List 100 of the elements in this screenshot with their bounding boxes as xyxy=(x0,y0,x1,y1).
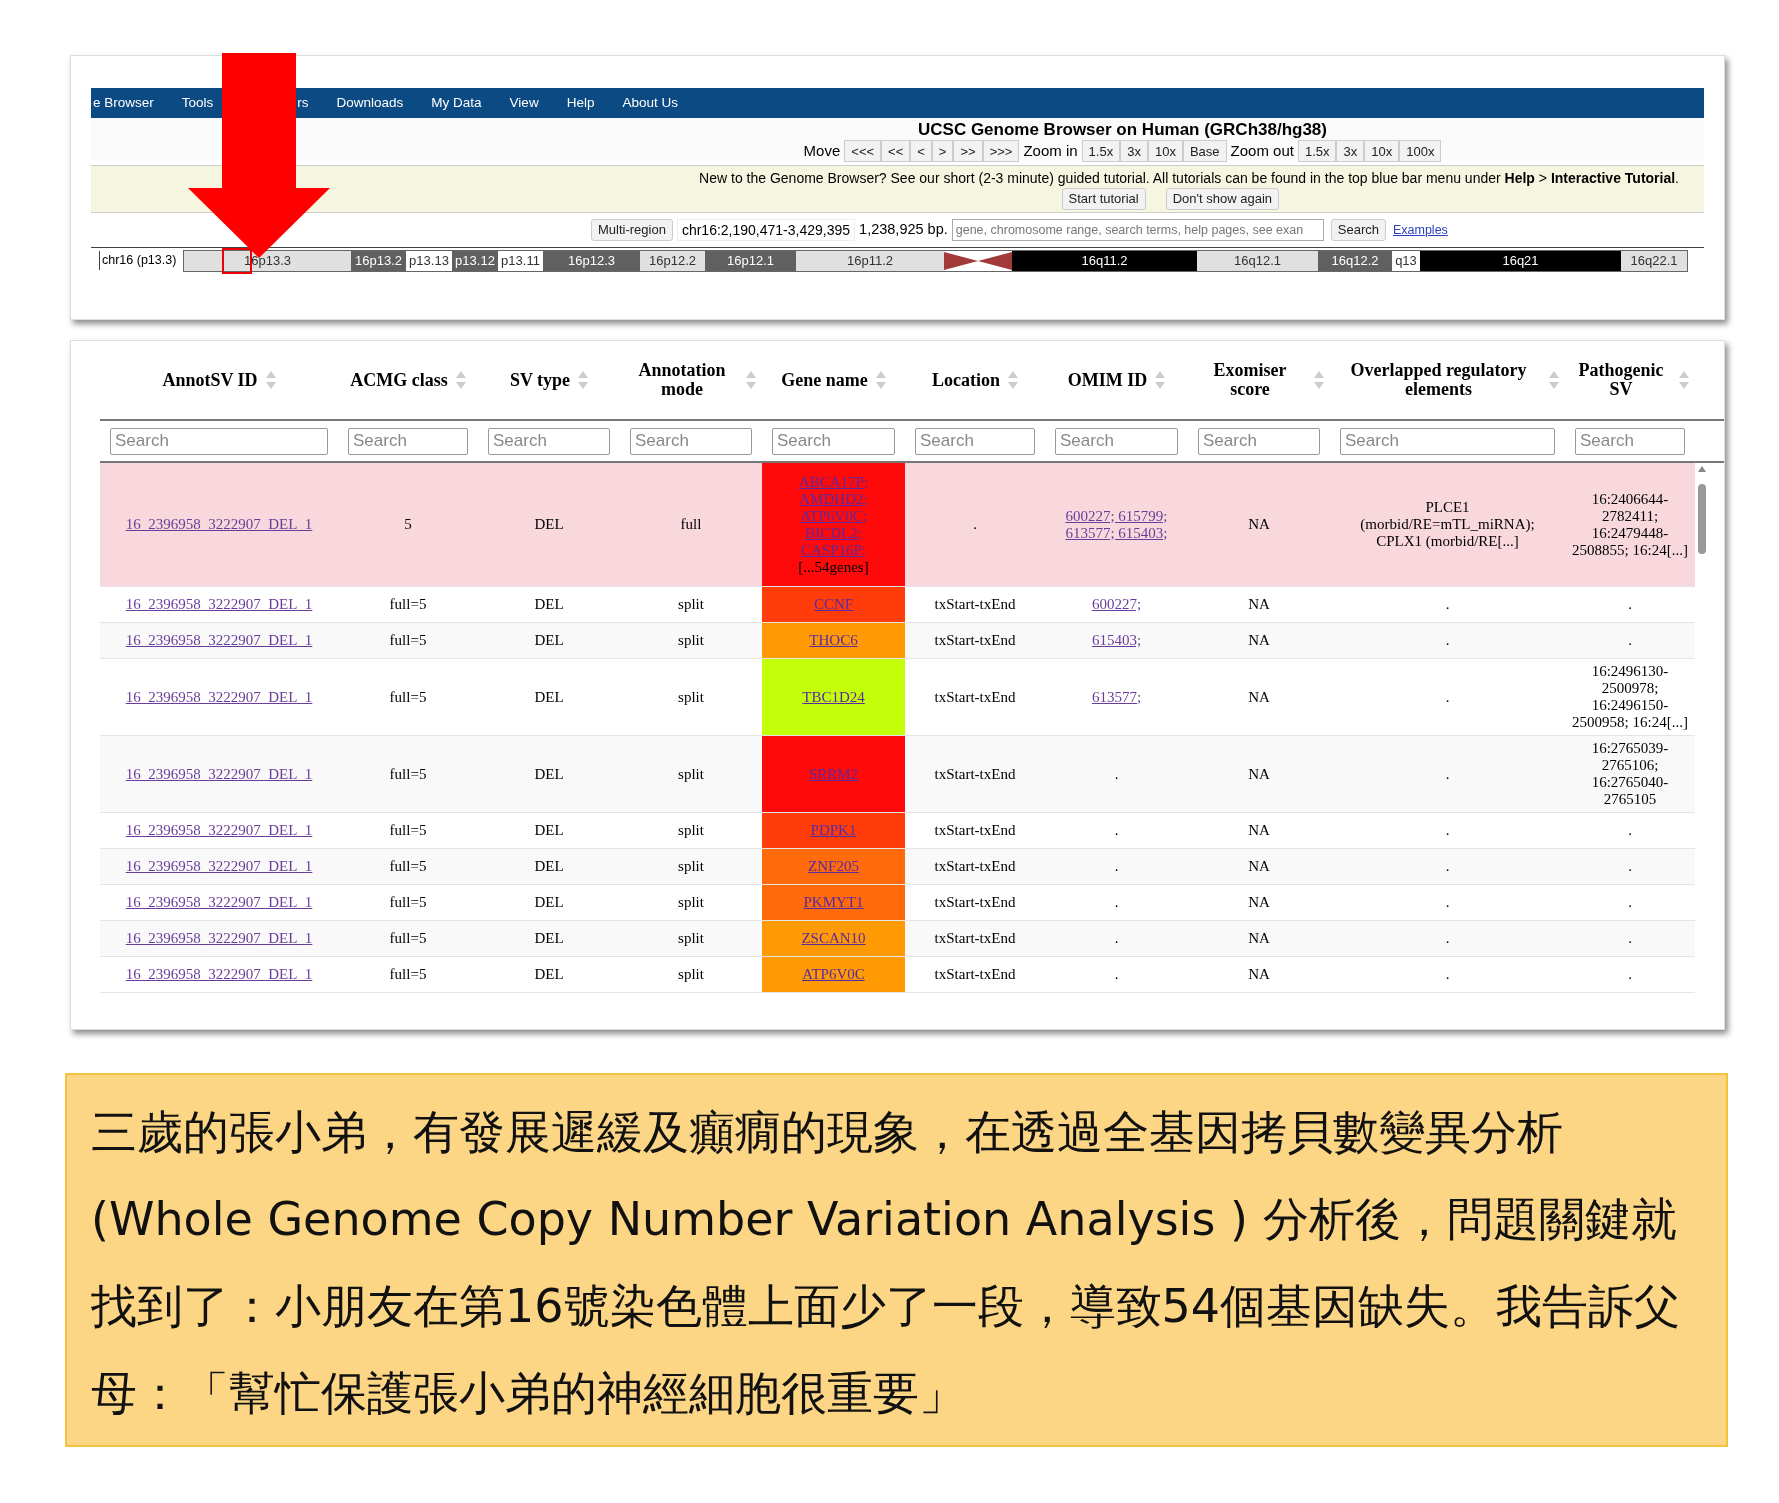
move-button[interactable]: >> xyxy=(953,140,983,163)
zoom-in-button[interactable]: Base xyxy=(1182,140,1227,163)
chromosome-band[interactable]: 16q21 xyxy=(1420,250,1621,271)
zoom-in-button[interactable]: 10x xyxy=(1147,140,1183,163)
move-button[interactable]: >>> xyxy=(982,140,1020,163)
column-filter-field[interactable]: Search xyxy=(110,427,328,455)
sort-icon[interactable] xyxy=(875,370,886,390)
column-header[interactable]: Overlapped regulatory elements xyxy=(1336,361,1541,399)
omim-text: . xyxy=(1114,966,1119,983)
id-link[interactable]: 16_2396958_3222907_DEL_1 xyxy=(125,596,313,613)
id-link[interactable]: 16_2396958_3222907_DEL_1 xyxy=(125,632,313,649)
nav-link[interactable]: About Us xyxy=(622,92,678,114)
table-row[interactable]: 16_2396958_3222907_DEL_1 full=5 DEL split ZNF205 txStart-txEnd . NA . . xyxy=(100,849,1695,885)
column-filter-field[interactable]: Search xyxy=(1198,427,1320,455)
id-link[interactable]: 16_2396958_3222907_DEL_1 xyxy=(125,858,313,875)
chromosome-band[interactable]: 16p12.3 xyxy=(543,250,640,271)
id-link[interactable]: 16_2396958_3222907_DEL_1 xyxy=(125,966,313,983)
zoom-out-button[interactable]: 10x xyxy=(1364,140,1400,163)
table-row[interactable]: 16_2396958_3222907_DEL_1 full=5 DEL split ZSCAN10 txStart-txEnd . NA . . xyxy=(100,921,1695,957)
nav-link[interactable]: e Browser xyxy=(93,92,154,114)
sort-icon[interactable] xyxy=(1549,370,1559,390)
move-button[interactable]: < xyxy=(910,140,932,163)
sort-icon[interactable] xyxy=(455,370,466,390)
id-link[interactable]: 16_2396958_3222907_DEL_1 xyxy=(125,930,313,947)
nav-link[interactable]: Downloads xyxy=(336,92,404,114)
omim-link[interactable]: 615403; xyxy=(1091,632,1142,649)
id-link[interactable]: 16_2396958_3222907_DEL_1 xyxy=(125,894,313,911)
gene-link[interactable]: ATP6V0C xyxy=(802,966,865,983)
chromosome-band[interactable]: p13.12 xyxy=(452,250,498,271)
column-filter-field[interactable]: Search xyxy=(1340,427,1555,455)
nav-link[interactable]: Help xyxy=(566,92,595,114)
chromosome-band[interactable]: 16p12.2 xyxy=(640,250,705,271)
multi-region-button[interactable]: Multi-region xyxy=(591,219,673,241)
zoom-in-button[interactable]: 3x xyxy=(1120,140,1148,163)
table-row[interactable]: 16_2396958_3222907_DEL_1 full=5 DEL split CCNF txStart-txEnd 600227; NA . . xyxy=(100,587,1695,623)
column-header[interactable]: SV type xyxy=(509,370,571,390)
sort-icon[interactable] xyxy=(1314,370,1324,390)
omim-link[interactable]: 613577; xyxy=(1091,688,1142,706)
omim-link[interactable]: 600227; xyxy=(1091,596,1142,613)
sort-icon[interactable] xyxy=(1155,370,1166,390)
search-button[interactable]: Search xyxy=(1330,219,1386,241)
tutorial-button[interactable]: Don't show again xyxy=(1165,188,1279,210)
id-link[interactable]: 16_2396958_3222907_DEL_1 xyxy=(125,688,313,706)
zoom-out-button[interactable]: 100x xyxy=(1399,140,1442,163)
column-filter-field[interactable]: Search xyxy=(1575,427,1685,455)
column-header[interactable]: Gene name xyxy=(781,370,868,390)
chromosome-band[interactable]: 16p13.2 xyxy=(351,250,406,271)
id-link[interactable]: 16_2396958_3222907_DEL_1 xyxy=(125,516,313,533)
gene-link[interactable]: ZSCAN10 xyxy=(801,930,866,947)
sort-icon[interactable] xyxy=(265,370,276,390)
scrollbar-drawing[interactable] xyxy=(1697,466,1707,556)
sort-icon[interactable] xyxy=(578,370,589,390)
column-header[interactable]: Annotation mode xyxy=(626,361,738,399)
chromosome-band[interactable]: 16q22.1 xyxy=(1621,250,1687,271)
column-filter-field[interactable]: Search xyxy=(1055,427,1178,455)
column-filter-field[interactable]: Search xyxy=(630,427,752,455)
table-row[interactable]: 16_2396958_3222907_DEL_1 full=5 DEL split TBC1D24 txStart-txEnd 613577; NA . 16:2496130-2500978; 16:2496150-2500958; 16:24[...] xyxy=(100,659,1695,736)
column-header[interactable]: Location xyxy=(932,370,1000,390)
nav-link[interactable]: My Data xyxy=(431,92,482,114)
sort-icon[interactable] xyxy=(1679,370,1689,390)
column-filter-field[interactable]: Search xyxy=(488,427,610,455)
tutorial-button[interactable]: Start tutorial xyxy=(1061,188,1146,210)
sort-icon[interactable] xyxy=(746,370,756,390)
table-row[interactable]: 16_2396958_3222907_DEL_1 full=5 DEL split ATP6V0C txStart-txEnd . NA . . xyxy=(100,957,1695,993)
chromosome-band[interactable]: 16p11.2 xyxy=(796,250,944,271)
move-button[interactable]: > xyxy=(931,140,954,163)
search-field[interactable]: gene, chromosome range, search terms, help pages, see exan xyxy=(951,219,1324,241)
id-link[interactable]: 16_2396958_3222907_DEL_1 xyxy=(125,765,313,783)
sort-icon[interactable] xyxy=(1008,370,1018,390)
column-filter-field[interactable]: Search xyxy=(915,427,1035,455)
chromosome-band[interactable]: 16q12.1 xyxy=(1197,250,1318,271)
nav-link[interactable]: Tools xyxy=(181,92,214,114)
examples-link[interactable]: Examples xyxy=(1392,220,1448,240)
position-field[interactable]: chr16:2,190,471-3,429,395 xyxy=(676,219,856,241)
column-filter-field[interactable]: Search xyxy=(772,427,895,455)
chromosome-band[interactable]: 16q12.2 xyxy=(1318,250,1392,271)
column-header[interactable]: OMIM ID xyxy=(1067,370,1148,390)
gene-link[interactable]: THOC6 xyxy=(809,632,858,649)
chromosome-band[interactable]: 16q11.2 xyxy=(1012,250,1197,271)
omim-link[interactable]: 600227; 615799; 613577; 615403; xyxy=(1051,507,1182,542)
move-button[interactable]: <<< xyxy=(844,140,882,163)
column-header[interactable]: AnnotSV ID xyxy=(162,370,258,390)
column-header[interactable]: ACMG class xyxy=(350,370,448,390)
gene-link[interactable]: TBC1D24 xyxy=(802,688,865,706)
table-row[interactable]: 16_2396958_3222907_DEL_1 full=5 DEL split PKMYT1 txStart-txEnd . NA . . xyxy=(100,885,1695,921)
zoom-out-button[interactable]: 1.5x xyxy=(1297,140,1337,163)
table-row[interactable]: 16_2396958_3222907_DEL_1 full=5 DEL split THOC6 txStart-txEnd 615403; NA . . xyxy=(100,623,1695,659)
zoom-in-button[interactable]: 1.5x xyxy=(1081,140,1121,163)
zoom-out-button[interactable]: 3x xyxy=(1336,140,1365,163)
column-filter-field[interactable]: Search xyxy=(348,427,468,455)
table-row[interactable]: 16_2396958_3222907_DEL_1 full=5 DEL split PDPK1 txStart-txEnd . NA . . xyxy=(100,813,1695,849)
column-header[interactable]: Exomiser score xyxy=(1194,361,1306,399)
move-button[interactable]: << xyxy=(881,140,911,163)
table-row[interactable] xyxy=(100,463,1695,587)
nav-link[interactable]: View xyxy=(509,92,539,114)
table-row[interactable]: 16_2396958_3222907_DEL_1 full=5 DEL split SRRM2 txStart-txEnd . NA . 16:2765039-2765106; 16:2765040-2765105 xyxy=(100,736,1695,813)
id-link[interactable]: 16_2396958_3222907_DEL_1 xyxy=(125,822,313,839)
column-header[interactable]: Pathogenic SV xyxy=(1571,361,1671,399)
nav-link[interactable]: rs xyxy=(297,92,309,114)
chromosome-band[interactable]: 16p12.1 xyxy=(705,250,796,271)
